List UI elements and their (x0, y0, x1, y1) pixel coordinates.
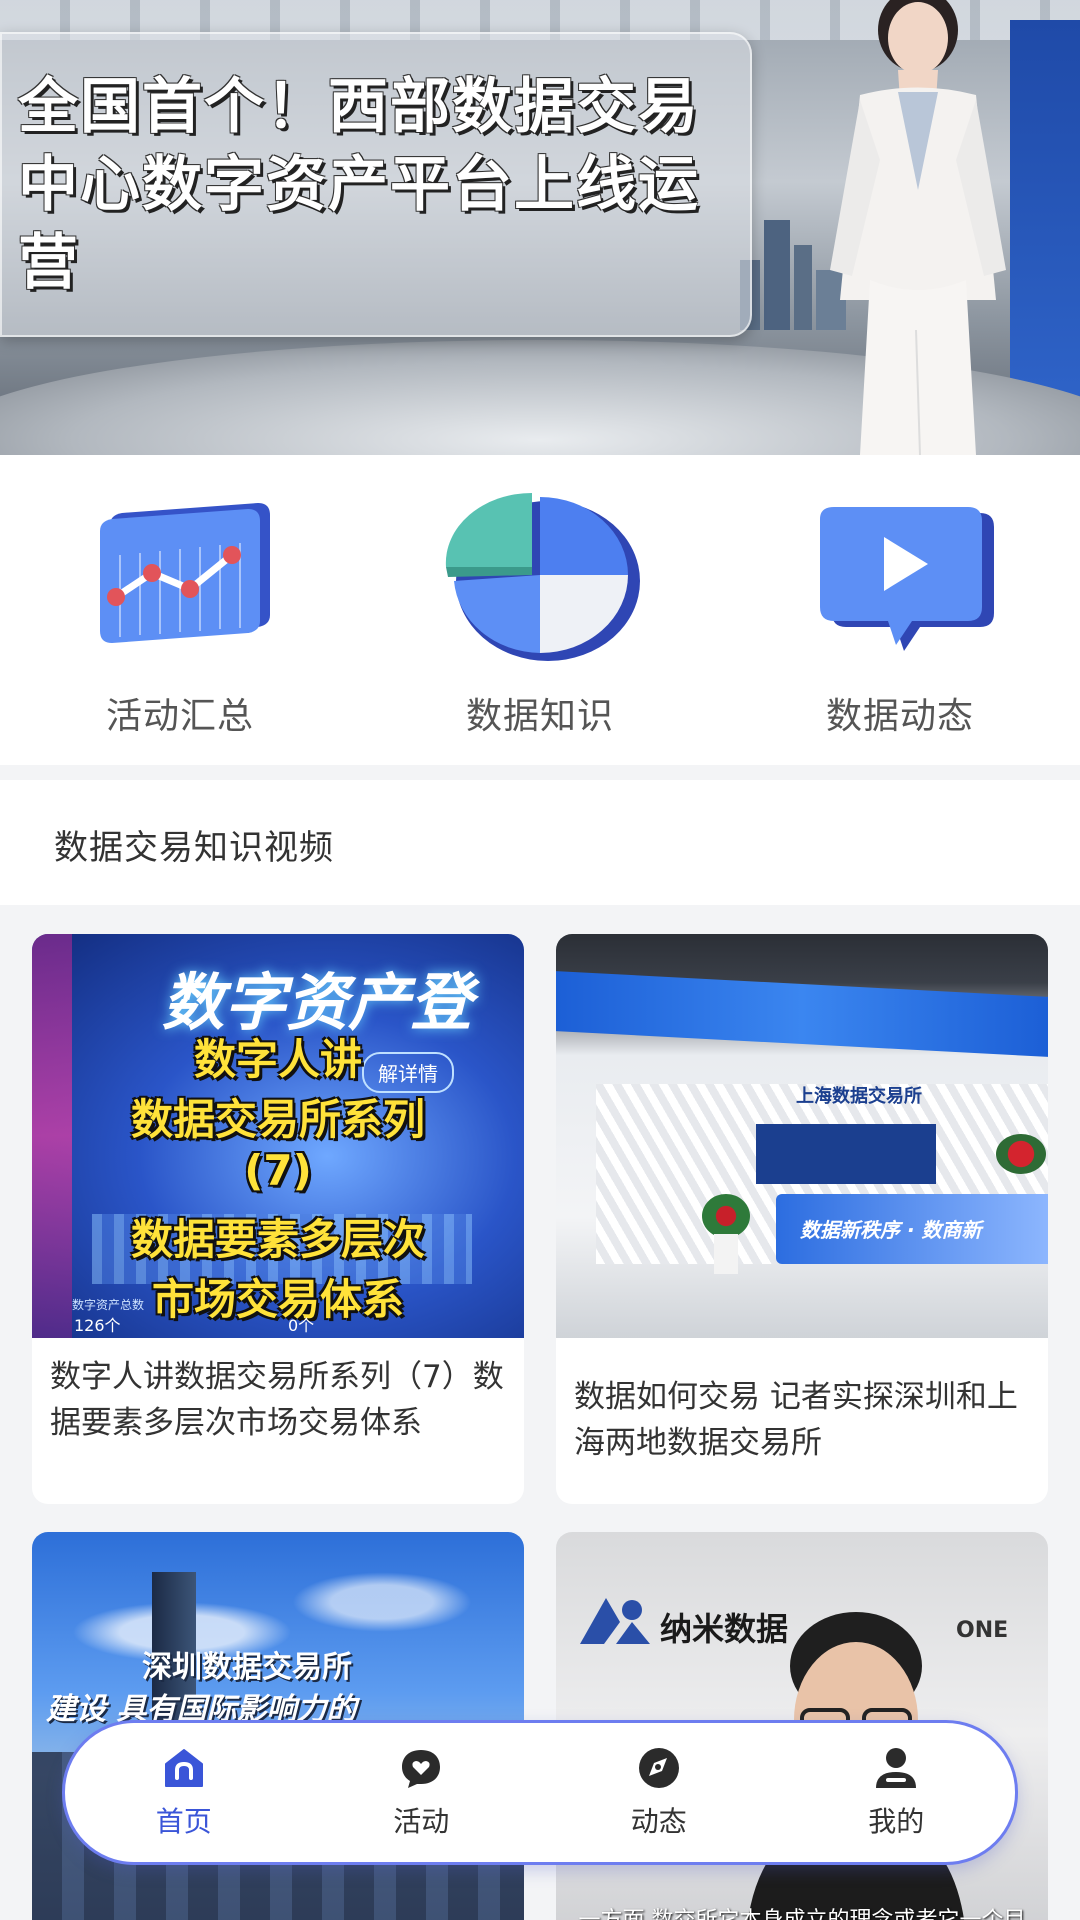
thumb-line: 数字人讲 (193, 1035, 362, 1084)
category-activity-summary[interactable]: 活动汇总 (60, 485, 300, 745)
category-label: 活动汇总 (105, 696, 254, 737)
video-thumbnail: 上海数据交易所 数据新秩序 · 数商新 (556, 934, 1048, 1338)
nav-label: 动态 (630, 1804, 687, 1838)
section-header: 数据交易知识视频 (0, 780, 1080, 905)
bottom-nav: 首页 活动 动态 我的 (62, 1720, 1018, 1865)
thumb-title: 深圳数据交易所 (142, 1650, 352, 1685)
home-icon (164, 1748, 203, 1787)
banner-headline: 全国首个！西部数据交易中心数字资产平台上线运营 (18, 72, 700, 298)
thumb-stat-value: 126个 (74, 1316, 121, 1335)
heart-chat-icon (402, 1749, 441, 1788)
line-chart-icon (100, 503, 270, 643)
category-data-knowledge[interactable]: 数据知识 (420, 485, 660, 745)
pie-chart-icon (445, 492, 640, 661)
nav-profile[interactable]: 我的 (778, 1723, 1016, 1862)
category-label: 数据动态 (825, 696, 974, 737)
brand-logo-icon (580, 1598, 650, 1644)
video-card[interactable]: 数字资产登 解详情 数字人讲 数据交易所系列 (7) 数据要素多层次 市场交易体… (32, 934, 524, 1504)
section-title: 数据交易知识视频 (54, 828, 334, 868)
category-data-news[interactable]: 数据动态 (780, 485, 1020, 745)
video-caption: 数据如何交易 记者实探深圳和上海两地数据交易所 (574, 1379, 1018, 1461)
category-row: 活动汇总 数据知识 数据动态 (0, 455, 1080, 765)
thumb-line: 数据交易所系列 (130, 1095, 425, 1144)
video-card[interactable]: 上海数据交易所 数据新秩序 · 数商新 数据如何交易 记者实探深圳和上海两地数据… (556, 934, 1048, 1504)
thumb-subtitle: 一方面 数交所它本身成立的理念或者它一个目 (556, 1902, 1048, 1920)
user-icon (876, 1747, 917, 1788)
video-play-icon (820, 507, 994, 651)
nav-label: 我的 (868, 1804, 925, 1838)
category-label: 数据知识 (465, 696, 614, 737)
thumb-sign-text: 数据新秩序 · 数商新 (800, 1218, 982, 1242)
news-anchor-figure (830, 0, 1006, 455)
hero-banner[interactable]: 全国首个！西部数据交易中心数字资产平台上线运营 (0, 0, 1080, 455)
compass-icon (638, 1747, 679, 1788)
video-thumbnail: 数字资产登 解详情 数字人讲 数据交易所系列 (7) 数据要素多层次 市场交易体… (32, 934, 524, 1338)
thumb-line: 数据要素多层次 (130, 1215, 425, 1264)
nav-label: 首页 (155, 1804, 212, 1838)
nav-label: 活动 (393, 1804, 450, 1838)
thumb-stat-value-2: 0个 (288, 1316, 315, 1335)
nav-home[interactable]: 首页 (65, 1723, 303, 1862)
thumb-stat-label: 数字资产总数 (72, 1298, 145, 1312)
thumb-logo-text: 上海数据交易所 (796, 1086, 922, 1107)
nav-dynamics[interactable]: 动态 (540, 1723, 778, 1862)
thumb-line: (7) (244, 1146, 312, 1195)
nav-activity[interactable]: 活动 (303, 1723, 541, 1862)
plant-decoration (696, 1194, 756, 1274)
video-caption: 数字人讲数据交易所系列（7）数据要素多层次市场交易体系 (50, 1359, 504, 1441)
